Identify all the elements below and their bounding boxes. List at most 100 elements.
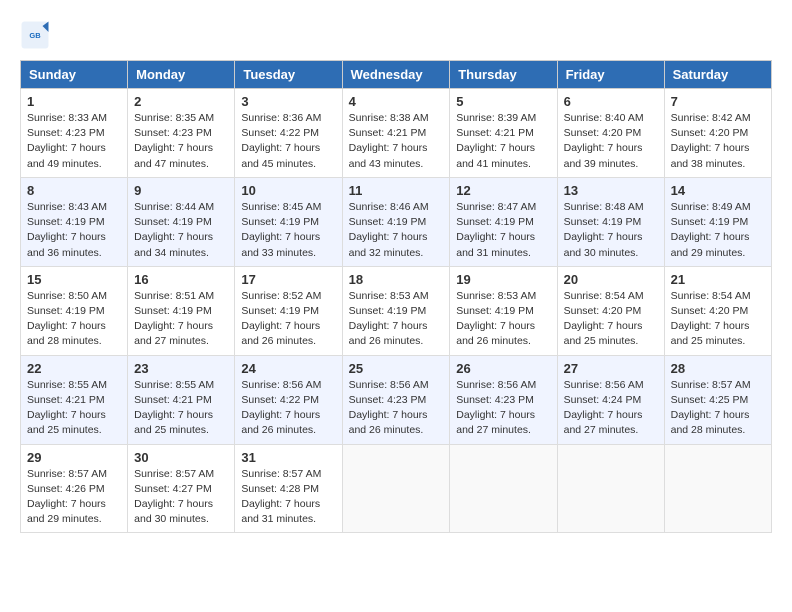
daylight-label: Daylight: 7 hours and 28 minutes. [27, 320, 106, 347]
day-info: Sunrise: 8:56 AM Sunset: 4:24 PM Dayligh… [564, 378, 658, 439]
calendar-cell [557, 444, 664, 533]
calendar-cell [664, 444, 771, 533]
calendar-cell: 1 Sunrise: 8:33 AM Sunset: 4:23 PM Dayli… [21, 89, 128, 178]
day-number: 30 [134, 450, 228, 465]
sunset-label: Sunset: 4:21 PM [134, 394, 212, 406]
sunrise-label: Sunrise: 8:39 AM [456, 112, 536, 124]
sunrise-label: Sunrise: 8:50 AM [27, 290, 107, 302]
day-info: Sunrise: 8:33 AM Sunset: 4:23 PM Dayligh… [27, 111, 121, 172]
day-info: Sunrise: 8:57 AM Sunset: 4:26 PM Dayligh… [27, 467, 121, 528]
sunset-label: Sunset: 4:19 PM [27, 216, 105, 228]
calendar-cell: 23 Sunrise: 8:55 AM Sunset: 4:21 PM Dayl… [128, 355, 235, 444]
calendar-cell: 12 Sunrise: 8:47 AM Sunset: 4:19 PM Dayl… [450, 177, 557, 266]
daylight-label: Daylight: 7 hours and 47 minutes. [134, 142, 213, 169]
daylight-label: Daylight: 7 hours and 39 minutes. [564, 142, 643, 169]
sunset-label: Sunset: 4:27 PM [134, 483, 212, 495]
sunset-label: Sunset: 4:19 PM [456, 216, 534, 228]
day-info: Sunrise: 8:51 AM Sunset: 4:19 PM Dayligh… [134, 289, 228, 350]
daylight-label: Daylight: 7 hours and 25 minutes. [564, 320, 643, 347]
sunset-label: Sunset: 4:19 PM [241, 216, 319, 228]
calendar-cell: 27 Sunrise: 8:56 AM Sunset: 4:24 PM Dayl… [557, 355, 664, 444]
day-info: Sunrise: 8:56 AM Sunset: 4:22 PM Dayligh… [241, 378, 335, 439]
calendar-cell: 29 Sunrise: 8:57 AM Sunset: 4:26 PM Dayl… [21, 444, 128, 533]
sunset-label: Sunset: 4:19 PM [349, 305, 427, 317]
daylight-label: Daylight: 7 hours and 26 minutes. [349, 320, 428, 347]
day-number: 13 [564, 183, 658, 198]
day-of-week-header: Monday [128, 61, 235, 89]
day-number: 1 [27, 94, 121, 109]
calendar-cell: 14 Sunrise: 8:49 AM Sunset: 4:19 PM Dayl… [664, 177, 771, 266]
sunrise-label: Sunrise: 8:47 AM [456, 201, 536, 213]
day-info: Sunrise: 8:56 AM Sunset: 4:23 PM Dayligh… [349, 378, 444, 439]
daylight-label: Daylight: 7 hours and 26 minutes. [241, 409, 320, 436]
sunset-label: Sunset: 4:20 PM [671, 305, 749, 317]
day-info: Sunrise: 8:52 AM Sunset: 4:19 PM Dayligh… [241, 289, 335, 350]
day-number: 17 [241, 272, 335, 287]
calendar-cell: 4 Sunrise: 8:38 AM Sunset: 4:21 PM Dayli… [342, 89, 450, 178]
calendar-cell: 2 Sunrise: 8:35 AM Sunset: 4:23 PM Dayli… [128, 89, 235, 178]
daylight-label: Daylight: 7 hours and 26 minutes. [349, 409, 428, 436]
day-of-week-header: Saturday [664, 61, 771, 89]
sunrise-label: Sunrise: 8:45 AM [241, 201, 321, 213]
daylight-label: Daylight: 7 hours and 29 minutes. [27, 498, 106, 525]
sunrise-label: Sunrise: 8:36 AM [241, 112, 321, 124]
day-info: Sunrise: 8:45 AM Sunset: 4:19 PM Dayligh… [241, 200, 335, 261]
day-number: 14 [671, 183, 765, 198]
sunrise-label: Sunrise: 8:54 AM [671, 290, 751, 302]
calendar-cell: 28 Sunrise: 8:57 AM Sunset: 4:25 PM Dayl… [664, 355, 771, 444]
day-number: 25 [349, 361, 444, 376]
sunset-label: Sunset: 4:23 PM [27, 127, 105, 139]
day-number: 19 [456, 272, 550, 287]
calendar-cell: 16 Sunrise: 8:51 AM Sunset: 4:19 PM Dayl… [128, 266, 235, 355]
sunrise-label: Sunrise: 8:40 AM [564, 112, 644, 124]
sunrise-label: Sunrise: 8:57 AM [241, 468, 321, 480]
day-number: 31 [241, 450, 335, 465]
day-info: Sunrise: 8:54 AM Sunset: 4:20 PM Dayligh… [564, 289, 658, 350]
calendar-cell: 25 Sunrise: 8:56 AM Sunset: 4:23 PM Dayl… [342, 355, 450, 444]
sunset-label: Sunset: 4:22 PM [241, 127, 319, 139]
day-number: 12 [456, 183, 550, 198]
sunrise-label: Sunrise: 8:54 AM [564, 290, 644, 302]
sunset-label: Sunset: 4:19 PM [134, 305, 212, 317]
day-of-week-header: Sunday [21, 61, 128, 89]
sunset-label: Sunset: 4:25 PM [671, 394, 749, 406]
day-info: Sunrise: 8:38 AM Sunset: 4:21 PM Dayligh… [349, 111, 444, 172]
logo-icon: GB [20, 20, 50, 50]
sunrise-label: Sunrise: 8:33 AM [27, 112, 107, 124]
day-info: Sunrise: 8:57 AM Sunset: 4:27 PM Dayligh… [134, 467, 228, 528]
daylight-label: Daylight: 7 hours and 33 minutes. [241, 231, 320, 258]
sunset-label: Sunset: 4:21 PM [27, 394, 105, 406]
daylight-label: Daylight: 7 hours and 45 minutes. [241, 142, 320, 169]
daylight-label: Daylight: 7 hours and 26 minutes. [241, 320, 320, 347]
calendar-cell: 18 Sunrise: 8:53 AM Sunset: 4:19 PM Dayl… [342, 266, 450, 355]
sunset-label: Sunset: 4:21 PM [349, 127, 427, 139]
sunrise-label: Sunrise: 8:53 AM [456, 290, 536, 302]
daylight-label: Daylight: 7 hours and 43 minutes. [349, 142, 428, 169]
sunset-label: Sunset: 4:28 PM [241, 483, 319, 495]
day-number: 23 [134, 361, 228, 376]
daylight-label: Daylight: 7 hours and 27 minutes. [456, 409, 535, 436]
calendar-cell: 22 Sunrise: 8:55 AM Sunset: 4:21 PM Dayl… [21, 355, 128, 444]
sunrise-label: Sunrise: 8:55 AM [27, 379, 107, 391]
sunset-label: Sunset: 4:19 PM [456, 305, 534, 317]
calendar-cell: 11 Sunrise: 8:46 AM Sunset: 4:19 PM Dayl… [342, 177, 450, 266]
sunrise-label: Sunrise: 8:46 AM [349, 201, 429, 213]
calendar-cell: 6 Sunrise: 8:40 AM Sunset: 4:20 PM Dayli… [557, 89, 664, 178]
day-number: 11 [349, 183, 444, 198]
calendar-cell: 5 Sunrise: 8:39 AM Sunset: 4:21 PM Dayli… [450, 89, 557, 178]
sunset-label: Sunset: 4:19 PM [349, 216, 427, 228]
daylight-label: Daylight: 7 hours and 25 minutes. [134, 409, 213, 436]
sunset-label: Sunset: 4:23 PM [134, 127, 212, 139]
day-info: Sunrise: 8:53 AM Sunset: 4:19 PM Dayligh… [456, 289, 550, 350]
daylight-label: Daylight: 7 hours and 26 minutes. [456, 320, 535, 347]
day-info: Sunrise: 8:39 AM Sunset: 4:21 PM Dayligh… [456, 111, 550, 172]
day-number: 6 [564, 94, 658, 109]
calendar-cell: 20 Sunrise: 8:54 AM Sunset: 4:20 PM Dayl… [557, 266, 664, 355]
sunrise-label: Sunrise: 8:49 AM [671, 201, 751, 213]
calendar-cell: 13 Sunrise: 8:48 AM Sunset: 4:19 PM Dayl… [557, 177, 664, 266]
sunrise-label: Sunrise: 8:44 AM [134, 201, 214, 213]
logo: GB [20, 20, 54, 50]
day-info: Sunrise: 8:46 AM Sunset: 4:19 PM Dayligh… [349, 200, 444, 261]
daylight-label: Daylight: 7 hours and 25 minutes. [27, 409, 106, 436]
day-number: 24 [241, 361, 335, 376]
